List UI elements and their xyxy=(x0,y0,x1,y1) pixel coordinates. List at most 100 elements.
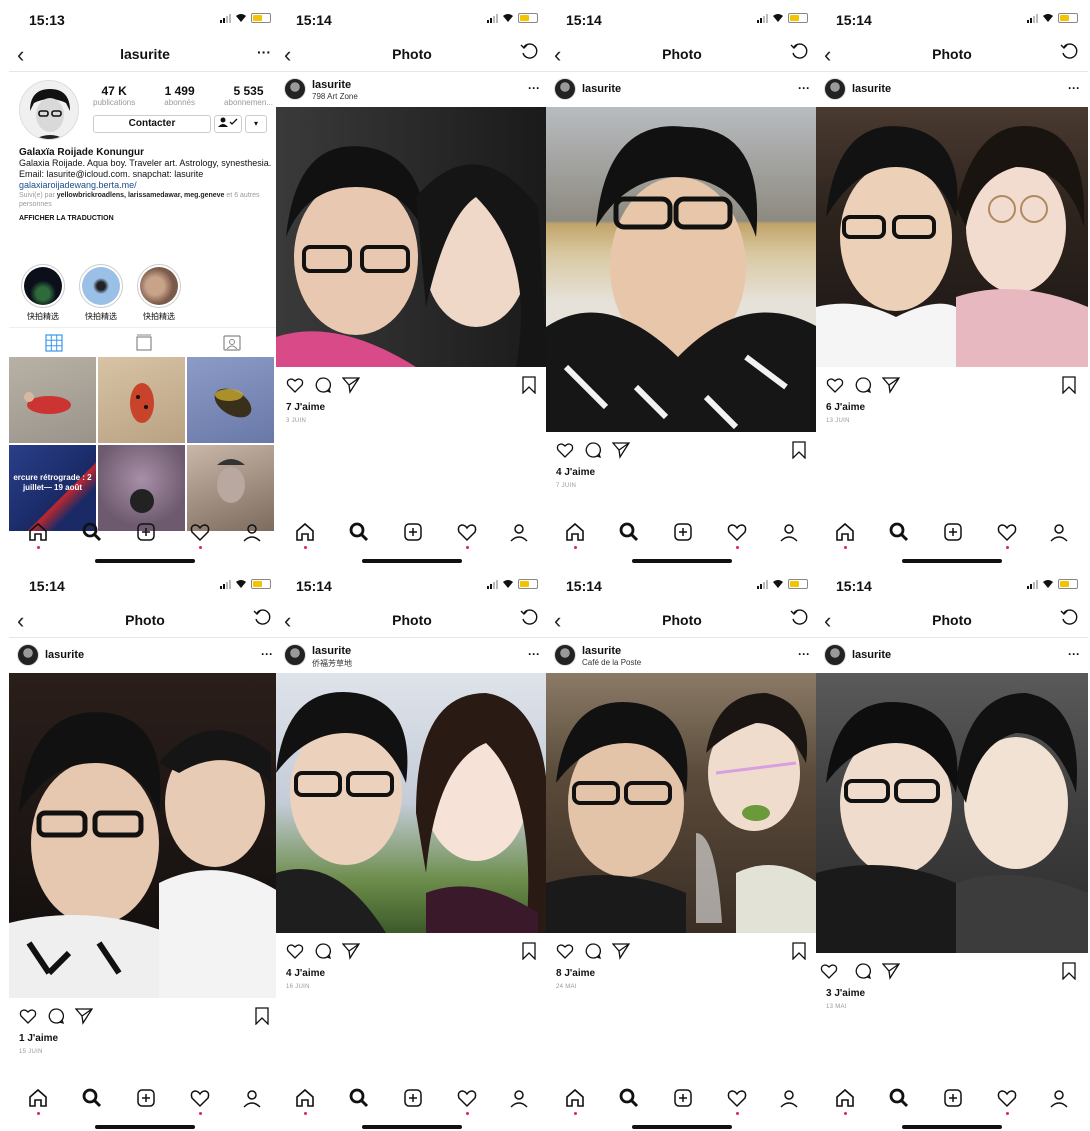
search-icon[interactable] xyxy=(81,1087,103,1109)
add-icon[interactable] xyxy=(672,521,694,543)
story-highlight[interactable]: 快拍精选 xyxy=(135,264,183,322)
tagged-photos-icon[interactable] xyxy=(223,334,241,352)
send-icon[interactable] xyxy=(612,441,630,459)
user-avatar[interactable] xyxy=(824,78,846,100)
grid-post[interactable] xyxy=(9,357,96,443)
user-avatar[interactable] xyxy=(554,644,576,666)
like-count[interactable]: 4 J'aime xyxy=(286,968,325,979)
profile-link[interactable]: galaxiaroijadewang.berta.me/ xyxy=(19,180,275,191)
like-count[interactable]: 6 J'aime xyxy=(826,402,865,413)
bookmark-icon[interactable] xyxy=(520,942,538,960)
add-icon[interactable] xyxy=(402,521,424,543)
comment-icon[interactable] xyxy=(854,376,872,394)
post-username[interactable]: lasurite xyxy=(852,83,891,95)
like-count[interactable]: 3 J'aime xyxy=(826,988,865,999)
post-location[interactable]: 侨福芳草地 xyxy=(312,658,352,669)
comment-icon[interactable] xyxy=(314,376,332,394)
refresh-icon[interactable] xyxy=(1060,42,1078,60)
activity-heart-icon[interactable] xyxy=(189,521,211,543)
followed-by[interactable]: Suivi(e) par yellowbrickroadlens, lariss… xyxy=(19,191,275,209)
comment-icon[interactable] xyxy=(584,441,602,459)
home-icon[interactable] xyxy=(294,521,316,543)
activity-heart-icon[interactable] xyxy=(996,521,1018,543)
add-icon[interactable] xyxy=(672,1087,694,1109)
send-icon[interactable] xyxy=(342,942,360,960)
home-icon[interactable] xyxy=(834,1087,856,1109)
heart-icon[interactable] xyxy=(556,942,574,960)
post-location[interactable]: 798 Art Zone xyxy=(312,92,358,101)
more-dots-icon[interactable]: ··· xyxy=(528,647,540,661)
add-icon[interactable] xyxy=(402,1087,424,1109)
post-username[interactable]: lasurite xyxy=(582,83,621,95)
chevron-down-icon[interactable]: ▾ xyxy=(245,115,267,133)
activity-heart-icon[interactable] xyxy=(456,1087,478,1109)
refresh-icon[interactable] xyxy=(520,42,538,60)
send-icon[interactable] xyxy=(75,1007,93,1025)
refresh-icon[interactable] xyxy=(1060,608,1078,626)
post-username[interactable]: lasurite xyxy=(45,649,84,661)
bookmark-icon[interactable] xyxy=(790,441,808,459)
send-icon[interactable] xyxy=(882,962,900,980)
home-icon[interactable] xyxy=(564,1087,586,1109)
heart-icon[interactable] xyxy=(19,1007,37,1025)
comment-icon[interactable] xyxy=(854,962,872,980)
add-icon[interactable] xyxy=(942,521,964,543)
bookmark-icon[interactable] xyxy=(1060,376,1078,394)
more-dots-icon[interactable]: ··· xyxy=(1068,81,1080,95)
profile-icon[interactable] xyxy=(778,1087,800,1109)
bookmark-icon[interactable] xyxy=(520,376,538,394)
home-icon[interactable] xyxy=(27,521,49,543)
refresh-icon[interactable] xyxy=(253,608,271,626)
send-icon[interactable] xyxy=(612,942,630,960)
like-count[interactable]: 4 J'aime xyxy=(556,467,595,478)
activity-heart-icon[interactable] xyxy=(726,521,748,543)
more-dots-icon[interactable]: ··· xyxy=(257,44,271,60)
send-icon[interactable] xyxy=(882,376,900,394)
contact-button[interactable]: Contacter xyxy=(93,115,211,133)
more-dots-icon[interactable]: ··· xyxy=(1068,647,1080,661)
profile-icon[interactable] xyxy=(241,1087,263,1109)
post-photo[interactable] xyxy=(276,673,548,933)
list-view-icon[interactable] xyxy=(135,334,153,352)
search-icon[interactable] xyxy=(348,1087,370,1109)
bookmark-icon[interactable] xyxy=(790,942,808,960)
home-icon[interactable] xyxy=(564,521,586,543)
activity-heart-icon[interactable] xyxy=(726,1087,748,1109)
stat-publications[interactable]: 47 K publications xyxy=(93,84,135,107)
like-count[interactable]: 7 J'aime xyxy=(286,402,325,413)
post-photo[interactable] xyxy=(816,107,1088,367)
post-photo[interactable] xyxy=(546,107,818,432)
search-icon[interactable] xyxy=(618,1087,640,1109)
bookmark-icon[interactable] xyxy=(1060,962,1078,980)
like-count[interactable]: 8 J'aime xyxy=(556,968,595,979)
comment-icon[interactable] xyxy=(47,1007,65,1025)
profile-avatar[interactable] xyxy=(19,80,79,140)
add-icon[interactable] xyxy=(135,1087,157,1109)
heart-icon[interactable] xyxy=(286,376,304,394)
user-avatar[interactable] xyxy=(284,644,306,666)
refresh-icon[interactable] xyxy=(790,42,808,60)
post-photo[interactable] xyxy=(816,673,1088,953)
stat-followers[interactable]: 1 499 abonnés xyxy=(164,84,195,107)
more-dots-icon[interactable]: ··· xyxy=(798,647,810,661)
comment-icon[interactable] xyxy=(314,942,332,960)
post-photo[interactable] xyxy=(9,673,281,998)
search-icon[interactable] xyxy=(888,1087,910,1109)
grid-post[interactable] xyxy=(187,357,274,443)
like-count[interactable]: 1 J'aime xyxy=(19,1033,58,1044)
comment-icon[interactable] xyxy=(584,942,602,960)
post-username[interactable]: lasurite xyxy=(852,649,891,661)
more-dots-icon[interactable]: ··· xyxy=(528,81,540,95)
profile-icon[interactable] xyxy=(508,521,530,543)
search-icon[interactable] xyxy=(348,521,370,543)
translate-link[interactable]: AFFICHER LA TRADUCTION xyxy=(19,213,275,224)
more-dots-icon[interactable]: ··· xyxy=(798,81,810,95)
grid-view-icon[interactable] xyxy=(45,334,63,352)
profile-icon[interactable] xyxy=(508,1087,530,1109)
user-avatar[interactable] xyxy=(824,644,846,666)
search-icon[interactable] xyxy=(81,521,103,543)
home-icon[interactable] xyxy=(294,1087,316,1109)
heart-icon[interactable] xyxy=(826,376,844,394)
profile-icon[interactable] xyxy=(778,521,800,543)
more-dots-icon[interactable]: ··· xyxy=(261,647,273,661)
